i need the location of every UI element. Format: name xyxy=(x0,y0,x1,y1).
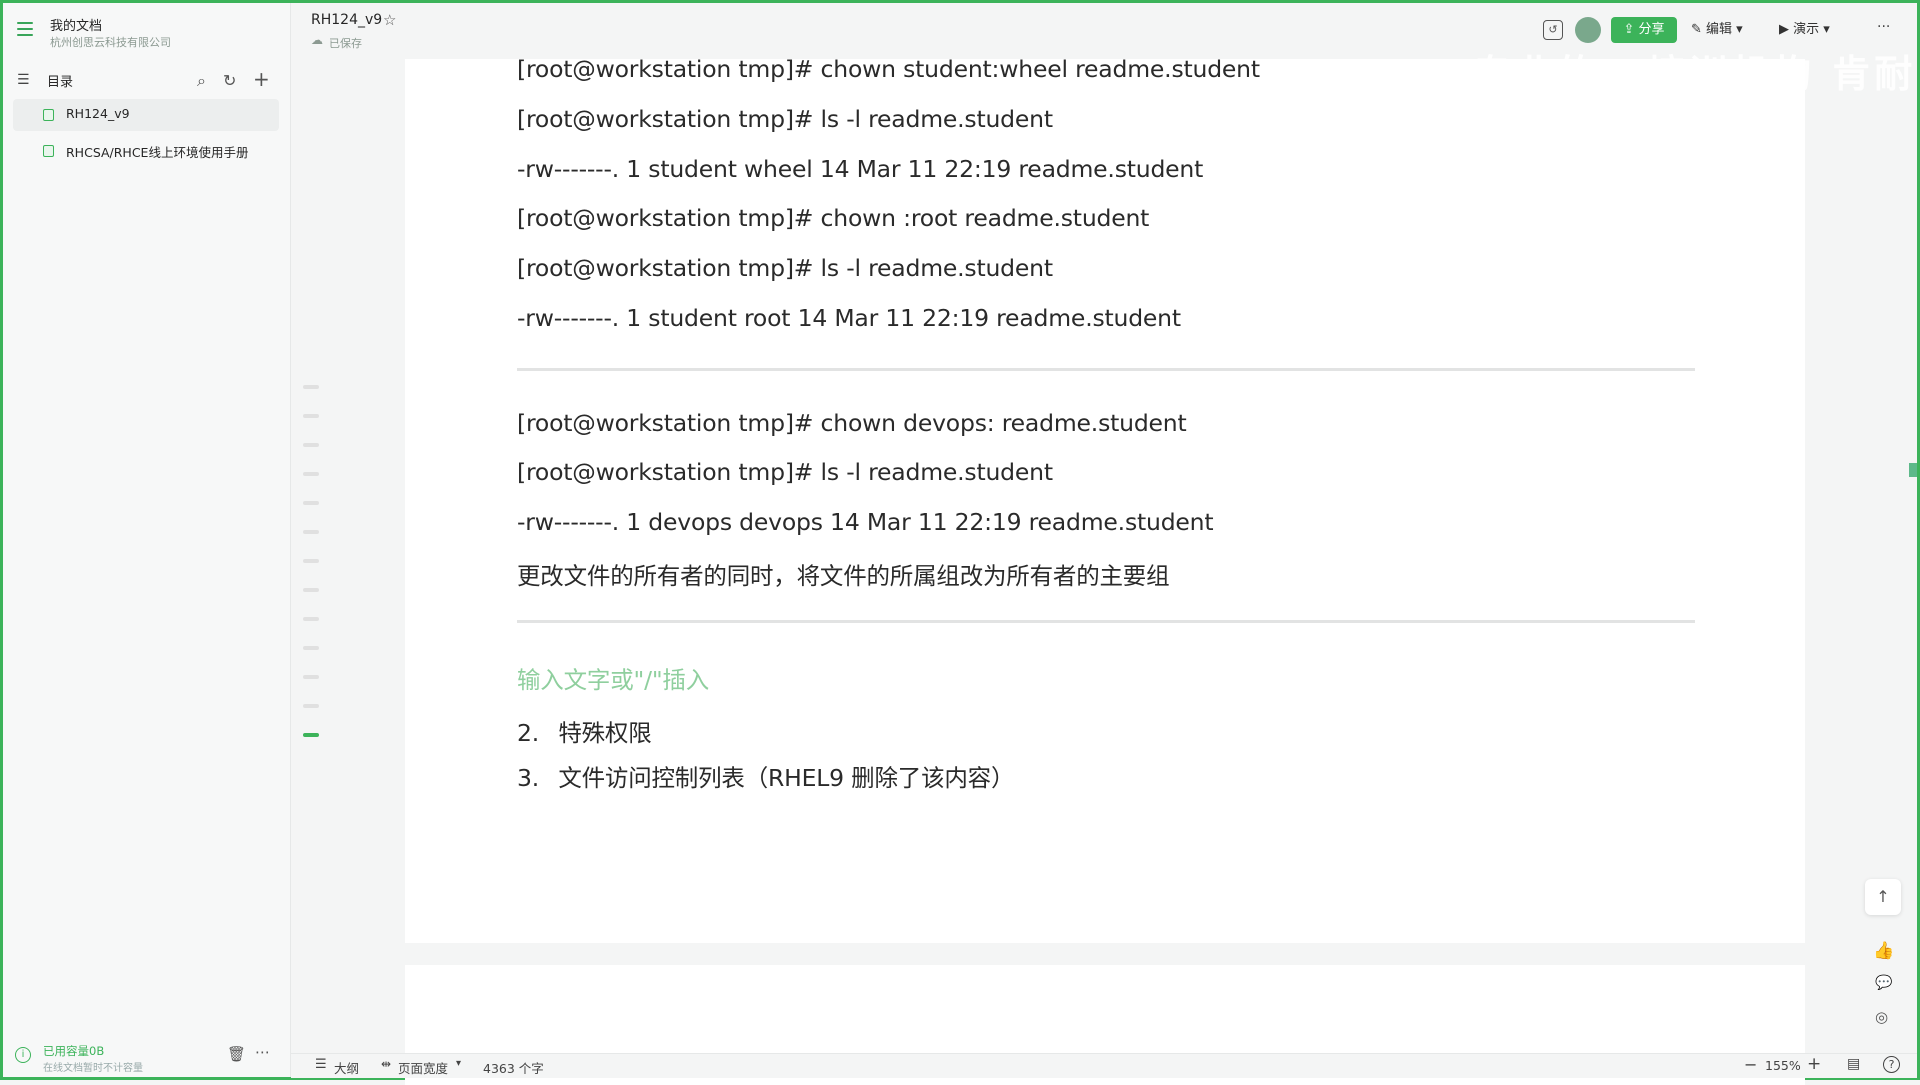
outline-marker[interactable] xyxy=(303,530,319,534)
document-icon xyxy=(43,109,54,121)
more-button[interactable]: ··· xyxy=(1877,19,1890,35)
outline-marker[interactable] xyxy=(303,559,319,563)
avatar[interactable] xyxy=(1575,17,1601,43)
text-line[interactable]: [root@workstation tmp]# ls -l readme.stu… xyxy=(517,105,1053,133)
list-text: 特殊权限 xyxy=(558,719,652,747)
add-icon[interactable]: + xyxy=(253,69,270,89)
help-icon[interactable]: ? xyxy=(1883,1056,1900,1073)
text-line[interactable]: -rw-------. 1 student root 14 Mar 11 22:… xyxy=(517,304,1181,332)
toc-icon: ☰ xyxy=(17,72,30,88)
outline-marker-active[interactable] xyxy=(303,733,319,737)
storage-used: 已用容量0B xyxy=(43,1044,105,1058)
share-button[interactable]: ⇪ 分享 xyxy=(1611,17,1677,43)
text-line[interactable]: -rw-------. 1 student wheel 14 Mar 11 22… xyxy=(517,155,1203,183)
divider xyxy=(517,368,1695,371)
outline-marker[interactable] xyxy=(303,414,319,418)
scrollbar-thumb[interactable] xyxy=(1909,463,1917,477)
reading-mode-icon[interactable]: ▤ xyxy=(1847,1056,1860,1072)
outline-marker[interactable] xyxy=(303,472,319,476)
search-icon[interactable]: ⌕ xyxy=(197,71,206,91)
list-number: 3. xyxy=(517,764,540,792)
text-line[interactable]: [root@workstation tmp]# ls -l readme.stu… xyxy=(517,254,1053,282)
outline-marker[interactable] xyxy=(303,588,319,592)
chevron-down-icon: ▾ xyxy=(1732,22,1743,37)
doc-owner[interactable]: 我的文档 xyxy=(50,15,102,34)
divider xyxy=(517,620,1695,623)
outline-toggle[interactable]: 大纲 xyxy=(334,1058,359,1077)
outline-icon: ☰ xyxy=(315,1057,327,1072)
text-line[interactable]: [root@workstation tmp]# chown student:wh… xyxy=(517,55,1260,83)
document-page[interactable]: [root@workstation tmp]# chown student:wh… xyxy=(405,55,1805,943)
document-icon xyxy=(43,145,54,157)
refresh-icon[interactable]: ↻ xyxy=(223,71,236,91)
comment-icon[interactable]: 💬 xyxy=(1875,975,1892,991)
cloud-saved-icon: ☁ xyxy=(311,33,323,47)
toc-label: 目录 xyxy=(47,75,74,90)
pencil-icon: ✎ xyxy=(1691,22,1707,37)
sidebar-item-rh124[interactable]: RH124_v9 xyxy=(13,99,279,131)
back-to-top-icon[interactable]: ↑ xyxy=(1865,879,1901,915)
outline-marker[interactable] xyxy=(303,617,319,621)
sidebar: 我的文档 杭州创思云科技有限公司 ☰ 目录 ⌕ ↻ + RH124_v9 RHC… xyxy=(3,3,291,1077)
text-line[interactable]: [root@workstation tmp]# chown :root read… xyxy=(517,204,1149,232)
list-item[interactable]: 3. 文件访问控制列表（RHEL9 删除了该内容） xyxy=(517,759,1014,793)
outline-marker[interactable] xyxy=(303,501,319,505)
edit-button[interactable]: ✎ 编辑 ▾ xyxy=(1691,17,1761,43)
editor-placeholder[interactable]: 输入文字或"/"插入 xyxy=(517,661,709,695)
width-icon: ⇹ xyxy=(381,1057,392,1071)
zoom-level[interactable]: 155% xyxy=(1765,1058,1801,1073)
play-icon: ▶ xyxy=(1779,22,1794,37)
zoom-out-icon[interactable]: − xyxy=(1744,1055,1757,1074)
history-icon[interactable]: ↺ xyxy=(1543,20,1563,40)
menu-icon[interactable] xyxy=(17,22,33,36)
list-text: 文件访问控制列表（RHEL9 删除了该内容） xyxy=(558,764,1015,792)
toc-header: ☰ 目录 ⌕ ↻ + xyxy=(17,69,277,91)
outline-marker[interactable] xyxy=(303,646,319,650)
text-line[interactable]: [root@workstation tmp]# ls -l readme.stu… xyxy=(517,458,1053,486)
more-icon[interactable]: ⋯ xyxy=(255,1043,270,1061)
sidebar-item-label: RH124_v9 xyxy=(66,106,130,121)
status-bar: ☰ 大纲 ⇹ 页面宽度 ▾ 4363 个字 − 155% + ▤ ? xyxy=(291,1053,1917,1078)
outline-marker[interactable] xyxy=(303,675,319,679)
list-number: 2. xyxy=(517,719,540,747)
chevron-down-icon: ▾ xyxy=(1819,22,1830,37)
zoom-in-icon[interactable]: + xyxy=(1807,1054,1821,1074)
sidebar-item-rhcsa-manual[interactable]: RHCSA/RHCE线上环境使用手册 xyxy=(13,135,279,167)
trash-icon[interactable]: 🗑 xyxy=(227,1045,246,1063)
sidebar-item-label: RHCSA/RHCE线上环境使用手册 xyxy=(66,145,249,160)
share-icon: ⇪ xyxy=(1623,22,1639,37)
present-button[interactable]: ▶ 演示 ▾ xyxy=(1779,17,1859,43)
help-assistant-icon[interactable]: ◎ xyxy=(1875,1008,1888,1026)
word-count: 4363 个字 xyxy=(483,1061,544,1076)
text-line[interactable]: -rw-------. 1 devops devops 14 Mar 11 22… xyxy=(517,508,1214,536)
info-icon: i xyxy=(15,1047,31,1063)
outline-marker[interactable] xyxy=(303,385,319,389)
text-line[interactable]: 更改文件的所有者的同时，将文件的所属组改为所有者的主要组 xyxy=(517,557,1170,591)
list-item[interactable]: 2. 特殊权限 xyxy=(517,714,652,748)
storage-note: 在线文档暂时不计容量 xyxy=(43,1063,143,1074)
doc-title[interactable]: RH124_v9 xyxy=(311,12,382,28)
star-icon[interactable]: ☆ xyxy=(383,11,396,29)
chevron-down-icon[interactable]: ▾ xyxy=(456,1058,461,1069)
outline-marker[interactable] xyxy=(303,704,319,708)
save-status: 已保存 xyxy=(329,37,362,50)
outline-marker[interactable] xyxy=(303,443,319,447)
like-icon[interactable]: 👍 xyxy=(1873,941,1894,961)
doc-org: 杭州创思云科技有限公司 xyxy=(50,36,171,49)
page-width-select[interactable]: 页面宽度 xyxy=(398,1058,448,1077)
text-line[interactable]: [root@workstation tmp]# chown devops: re… xyxy=(517,409,1187,437)
